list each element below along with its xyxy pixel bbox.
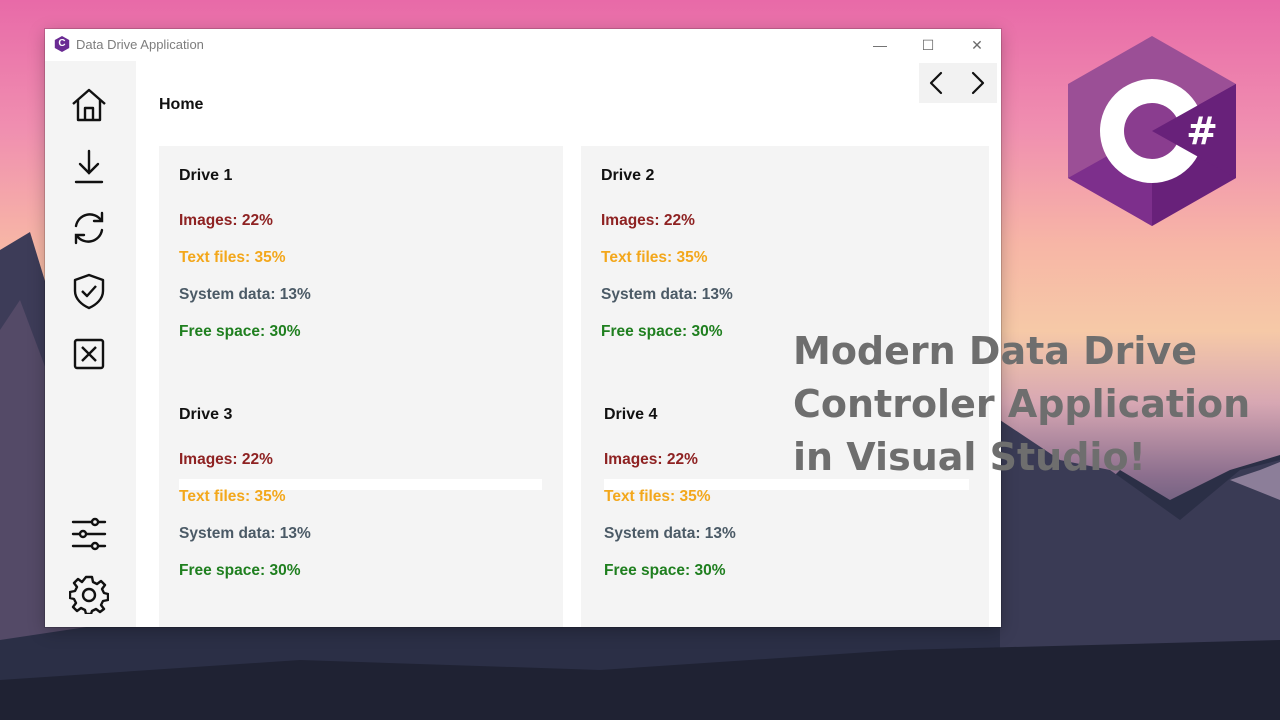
home-icon[interactable]: [69, 85, 109, 125]
promo-caption: Modern Data Drive Controler Application …: [793, 325, 1273, 484]
stat-free-space: Free space: 30%: [604, 562, 726, 579]
stat-text-files: Text files: 35%: [179, 249, 286, 266]
stat-text-files: Text files: 35%: [604, 488, 711, 505]
stat-images: Images: 22%: [179, 451, 273, 468]
app-icon: C: [54, 36, 70, 52]
stat-free-space: Free space: 30%: [601, 323, 723, 340]
logo-symbol: #: [1186, 109, 1218, 153]
stat-system-data: System data: 13%: [179, 286, 311, 303]
page-title: Home: [159, 96, 204, 113]
promo-line-2: Controler Application: [793, 382, 1251, 426]
window-title: Data Drive Application: [76, 37, 204, 52]
drive-title: Drive 2: [601, 167, 655, 184]
sliders-icon[interactable]: [69, 514, 109, 554]
stat-text-files: Text files: 35%: [179, 488, 286, 505]
csharp-logo: #: [1068, 36, 1236, 226]
promo-line-3: in Visual Studio!: [793, 435, 1146, 479]
stat-system-data: System data: 13%: [604, 525, 736, 542]
drive-title: Drive 3: [179, 406, 233, 423]
minimize-button[interactable]: —: [868, 35, 892, 55]
stat-text-files: Text files: 35%: [601, 249, 708, 266]
stat-free-space: Free space: 30%: [179, 323, 301, 340]
download-icon[interactable]: [69, 147, 109, 187]
chevron-left-icon[interactable]: [925, 71, 949, 95]
gear-icon[interactable]: [68, 574, 110, 616]
sidebar: [45, 61, 136, 627]
stat-system-data: System data: 13%: [601, 286, 733, 303]
title-bar[interactable]: C Data Drive Application — ☐ ✕: [45, 29, 1001, 61]
chevron-right-icon[interactable]: [965, 71, 989, 95]
history-nav: [919, 63, 997, 103]
maximize-button[interactable]: ☐: [916, 35, 940, 55]
stat-system-data: System data: 13%: [179, 525, 311, 542]
drive-title: Drive 1: [179, 167, 233, 184]
stat-free-space: Free space: 30%: [179, 562, 301, 579]
close-button[interactable]: ✕: [965, 35, 989, 55]
promo-line-1: Modern Data Drive: [793, 329, 1197, 373]
stat-images: Images: 22%: [604, 451, 698, 468]
drive-title: Drive 4: [604, 406, 658, 423]
close-box-icon[interactable]: [69, 334, 109, 374]
refresh-icon[interactable]: [69, 208, 109, 248]
stat-images: Images: 22%: [179, 212, 273, 229]
stat-images: Images: 22%: [601, 212, 695, 229]
shield-check-icon[interactable]: [69, 271, 109, 311]
